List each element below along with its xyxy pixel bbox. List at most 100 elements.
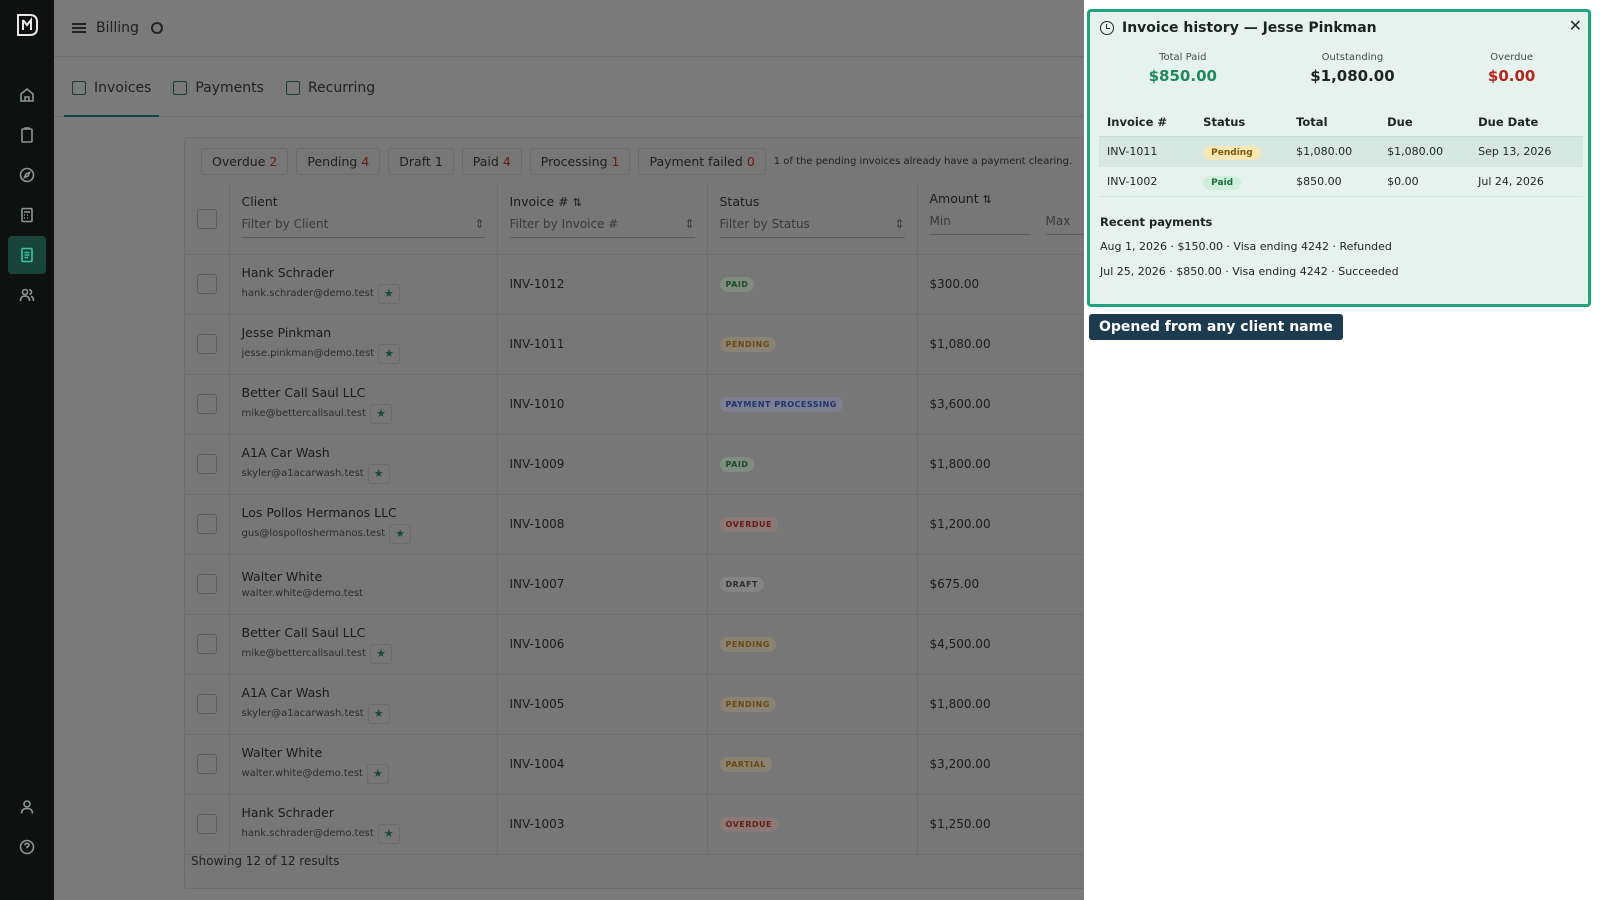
calculator-nav-button[interactable] <box>8 196 46 234</box>
row-checkbox[interactable] <box>197 274 217 294</box>
row-checkbox[interactable] <box>197 454 217 474</box>
invoice-filter[interactable]: Filter by Invoice # ⇕ <box>509 217 695 238</box>
table-row[interactable]: Walter White walter.white@demo.test ★ INV-1… <box>185 734 1084 795</box>
status-column-header: Status Filter by Status ⇕ <box>707 184 918 255</box>
star-icon[interactable]: ★ <box>367 703 390 724</box>
row-checkbox[interactable] <box>197 754 217 774</box>
amount-column-header[interactable]: Amount ⇅ Min Max <box>917 184 1084 255</box>
amount-cell: $1,800.00 <box>917 434 1084 495</box>
settings-icon[interactable] <box>150 22 163 34</box>
client-name-link[interactable]: A1A Car Wash <box>242 685 485 700</box>
client-name-link[interactable]: Better Call Saul LLC <box>242 625 485 640</box>
user-icon <box>20 800 34 814</box>
client-name-link[interactable]: Hank Schrader <box>242 265 485 280</box>
stat-overdue: Overdue $0.00 <box>1487 52 1536 85</box>
table-row[interactable]: Walter White walter.white@demo.test INV-10… <box>185 554 1084 615</box>
tooltip-callout: Opened from any client name <box>1089 314 1343 340</box>
status-header-label: Status <box>719 193 760 209</box>
compass-nav-button[interactable] <box>8 156 46 194</box>
amount-cell: $1,080.00 <box>917 314 1084 375</box>
sort-icon: ⇅ <box>572 195 582 209</box>
status-badge: PENDING <box>719 637 776 652</box>
status-cell: OVERDUE <box>707 494 918 555</box>
amount-cell: $3,200.00 <box>917 734 1084 795</box>
tab-invoices[interactable]: Invoices <box>64 80 160 117</box>
status-badge: PARTIAL <box>719 757 772 772</box>
profile-nav-button[interactable] <box>8 788 46 826</box>
app-logo-icon[interactable] <box>14 12 40 38</box>
payments-icon <box>173 81 188 95</box>
client-name-link[interactable]: Jesse Pinkman <box>242 325 485 340</box>
recent-payments-title: Recent payments <box>1100 215 1213 229</box>
amount-max-input[interactable]: Max <box>1045 214 1084 235</box>
status-cell: PENDING <box>707 314 918 375</box>
star-icon[interactable]: ★ <box>378 343 401 364</box>
table-row[interactable]: Better Call Saul LLC mike@bettercallsaul.… <box>185 614 1084 675</box>
client-name-link[interactable]: Walter White <box>242 569 485 584</box>
chip-payment-failed[interactable]: Payment failed 0 <box>638 147 766 175</box>
chip-overdue[interactable]: Overdue 2 <box>201 147 289 175</box>
users-nav-button[interactable] <box>8 276 46 314</box>
row-checkbox[interactable] <box>197 514 217 534</box>
clipboard-nav-button[interactable] <box>8 116 46 154</box>
star-icon[interactable]: ★ <box>377 283 400 304</box>
star-icon[interactable]: ★ <box>377 823 400 844</box>
help-nav-button[interactable] <box>8 828 46 866</box>
calculator-icon <box>21 207 33 223</box>
invoice-number-cell: INV-1011 <box>497 314 708 375</box>
client-name-link[interactable]: Better Call Saul LLC <box>242 385 485 400</box>
table-row[interactable]: Los Pollos Hermanos LLC gus@lospollosherm… <box>185 494 1084 555</box>
amount-cell: $1,800.00 <box>917 674 1084 735</box>
client-cell: Better Call Saul LLC mike@bettercallsaul.… <box>229 374 498 435</box>
row-checkbox[interactable] <box>197 394 217 414</box>
table-row[interactable]: Better Call Saul LLC mike@bettercallsaul.… <box>185 374 1084 435</box>
history-row[interactable]: INV-1002 Paid $850.00 $0.00 Jul 24, 2026 <box>1099 166 1583 197</box>
table-row[interactable]: Hank Schrader hank.schrader@demo.test ★ INV… <box>185 254 1084 315</box>
row-checkbox[interactable] <box>197 634 217 654</box>
row-checkbox[interactable] <box>197 814 217 834</box>
client-name-link[interactable]: Hank Schrader <box>242 805 485 820</box>
close-icon[interactable]: ✕ <box>1569 16 1582 35</box>
amount-min-input[interactable]: Min <box>929 214 1030 235</box>
chip-draft[interactable]: Draft 1 <box>388 147 454 175</box>
history-row[interactable]: INV-1011 Pending $1,080.00 $1,080.00 Sep… <box>1099 136 1583 167</box>
table-row[interactable]: A1A Car Wash skyler@a1acarwash.test ★ INV-1… <box>185 434 1084 495</box>
star-icon[interactable]: ★ <box>366 763 389 784</box>
client-name-link[interactable]: Los Pollos Hermanos LLC <box>242 505 485 520</box>
billing-nav-button[interactable] <box>8 236 46 274</box>
invoice-column-header[interactable]: Invoice # ⇅ Filter by Invoice # ⇕ <box>497 184 708 255</box>
invoice-icon <box>72 81 86 95</box>
compass-icon <box>19 167 35 183</box>
star-icon[interactable]: ★ <box>389 523 412 544</box>
history-col-invoice: Invoice # <box>1099 108 1196 137</box>
row-checkbox[interactable] <box>197 694 217 714</box>
status-filter[interactable]: Filter by Status ⇕ <box>719 217 905 238</box>
menu-icon[interactable] <box>72 23 86 33</box>
client-name-link[interactable]: Walter White <box>242 745 485 760</box>
status-badge: Paid <box>1203 176 1242 190</box>
client-filter[interactable]: Filter by Client ⇕ <box>241 217 485 238</box>
row-checkbox[interactable] <box>197 574 217 594</box>
table-row[interactable]: Hank Schrader hank.schrader@demo.test ★ INV… <box>185 794 1084 855</box>
status-cell: PAYMENT PROCESSING <box>707 374 918 435</box>
status-badge: PENDING <box>719 697 776 712</box>
tab-payments[interactable]: Payments <box>165 80 272 116</box>
star-icon[interactable]: ★ <box>370 643 393 664</box>
left-rail <box>0 0 54 900</box>
chip-processing[interactable]: Processing 1 <box>529 147 631 175</box>
home-nav-button[interactable] <box>8 76 46 114</box>
star-icon[interactable]: ★ <box>367 463 390 484</box>
chip-pending[interactable]: Pending 4 <box>296 147 381 175</box>
tab-bar: Invoices Payments Recurring <box>54 57 1084 117</box>
star-icon[interactable]: ★ <box>370 403 393 424</box>
table-row[interactable]: A1A Car Wash skyler@a1acarwash.test ★ INV-1… <box>185 674 1084 735</box>
client-name-link[interactable]: A1A Car Wash <box>242 445 485 460</box>
tab-recurring[interactable]: Recurring <box>278 80 383 116</box>
amount-header-label: Amount <box>929 190 979 206</box>
row-checkbox[interactable] <box>197 334 217 354</box>
client-email: gus@lospolloshermanos.test <box>241 528 386 539</box>
table-row[interactable]: Jesse Pinkman jesse.pinkman@demo.test ★ INV… <box>185 314 1084 375</box>
panel-title: Invoice history — Jesse Pinkman <box>1122 20 1377 36</box>
select-all-checkbox[interactable] <box>197 208 217 229</box>
chip-paid[interactable]: Paid 4 <box>461 147 522 175</box>
